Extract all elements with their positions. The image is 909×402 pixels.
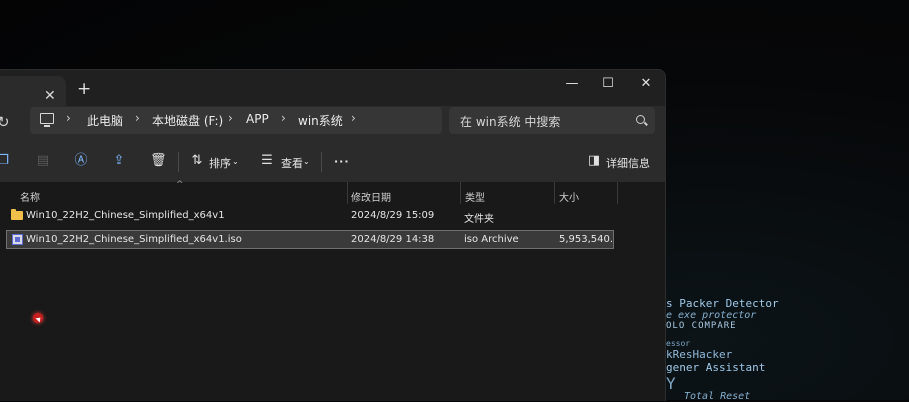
delete-icon[interactable]: 🗑 [150, 154, 167, 168]
column-header-modified[interactable]: 修改日期 [351, 189, 391, 204]
breadcrumb-win-system[interactable]: win系统 [298, 112, 343, 129]
sort-caret-icon: ^ [176, 180, 184, 190]
chevron-right-icon[interactable]: › [66, 111, 71, 125]
file-name: Win10_22H2_Chinese_Simplified_x64v1 [26, 210, 225, 221]
refresh-icon[interactable]: ↻ [0, 113, 10, 131]
bg-text-5: kResHacker [666, 348, 733, 361]
paste-icon[interactable]: ▤ [36, 154, 50, 168]
share-icon[interactable]: ⇪ [112, 154, 126, 168]
breadcrumb-local-disk[interactable]: 本地磁盘 (F:) [152, 112, 223, 129]
chevron-right-icon[interactable]: › [228, 111, 233, 125]
toolbar-divider [321, 152, 322, 172]
file-modified: 2024/8/29 14:38 [351, 234, 435, 245]
file-size: 5,953,540... [559, 234, 613, 245]
bg-text-4: essor [666, 339, 691, 348]
column-divider[interactable] [347, 182, 348, 204]
mouse-cursor-icon [33, 313, 43, 323]
column-divider[interactable] [617, 182, 618, 204]
column-header-size[interactable]: 大小 [559, 189, 579, 204]
bg-text-7: Y [666, 374, 676, 393]
bg-text-1: s Packer Detector [666, 297, 779, 310]
new-tab-button[interactable]: + [77, 79, 91, 99]
sort-button[interactable]: 排序 [209, 155, 231, 171]
file-type: 文件夹 [464, 214, 494, 225]
search-input[interactable]: 在 win系统 中搜索 [460, 113, 560, 130]
title-bar: ✕ + — ☐ ✕ [0, 70, 665, 106]
bg-text-3: OLO COMPARE [666, 321, 737, 331]
copy-icon[interactable]: ❐ [0, 154, 10, 168]
more-options-button[interactable]: ··· [334, 155, 350, 168]
address-row: ↻ › 此电脑 › 本地磁盘 (F:) › APP › win系统 › 在 wi… [0, 106, 665, 142]
minimize-button[interactable]: — [562, 76, 582, 91]
toolbar-divider [178, 152, 179, 172]
breadcrumb-this-pc[interactable]: 此电脑 [87, 112, 123, 129]
active-tab[interactable]: ✕ [0, 76, 66, 106]
file-row-iso[interactable]: Win10_22H2_Chinese_Simplified_x64v1.iso … [6, 230, 614, 249]
file-explorer-window: ✕ + — ☐ ✕ ↻ › 此电脑 › 本地磁盘 (F:) › APP › wi… [0, 69, 666, 401]
bg-text-8: Total Reset [684, 391, 751, 402]
bg-text-6: gener Assistant [666, 361, 766, 374]
tab-close-icon[interactable]: ✕ [44, 88, 56, 104]
column-header-name[interactable]: 名称 [20, 189, 40, 204]
column-header-type[interactable]: 类型 [465, 189, 485, 204]
chevron-right-icon[interactable]: › [281, 111, 286, 125]
iso-file-icon [12, 234, 23, 245]
details-pane-icon[interactable]: ◨ [587, 154, 601, 168]
search-icon[interactable] [636, 115, 645, 124]
column-divider[interactable] [460, 182, 461, 204]
maximize-button[interactable]: ☐ [598, 76, 618, 91]
chevron-down-icon[interactable]: ⌄ [303, 157, 310, 166]
details-button[interactable]: 详细信息 [606, 155, 650, 171]
command-bar: ❐ ▤ Ⓐ ⇪ 🗑 ⇅ 排序 ⌄ ☰ 查看 ⌄ ··· ◨ 详细信息 [0, 142, 665, 183]
chevron-right-icon[interactable]: › [135, 111, 140, 125]
chevron-right-icon[interactable]: › [351, 111, 356, 125]
breadcrumb-app[interactable]: APP [246, 112, 269, 126]
file-list: ^ 名称 修改日期 类型 大小 Win10_22H2_Chinese_Simpl… [0, 180, 665, 401]
file-row-folder[interactable]: Win10_22H2_Chinese_Simplified_x64v1 2024… [6, 207, 614, 226]
rename-icon[interactable]: Ⓐ [74, 154, 88, 168]
search-box[interactable]: 在 win系统 中搜索 [449, 107, 655, 134]
bg-text-2: e exe protector [666, 310, 757, 321]
view-button[interactable]: 查看 [281, 155, 303, 171]
computer-icon [40, 113, 54, 127]
file-name: Win10_22H2_Chinese_Simplified_x64v1.iso [26, 234, 242, 245]
column-divider[interactable] [554, 182, 555, 204]
close-button[interactable]: ✕ [636, 76, 656, 91]
view-icon[interactable]: ☰ [260, 154, 274, 168]
address-bar[interactable]: › 此电脑 › 本地磁盘 (F:) › APP › win系统 › [30, 107, 442, 134]
folder-icon [11, 209, 23, 220]
sort-icon[interactable]: ⇅ [190, 154, 204, 168]
chevron-down-icon[interactable]: ⌄ [232, 157, 239, 166]
file-type: iso Archive [464, 234, 519, 245]
file-modified: 2024/8/29 15:09 [351, 210, 435, 221]
